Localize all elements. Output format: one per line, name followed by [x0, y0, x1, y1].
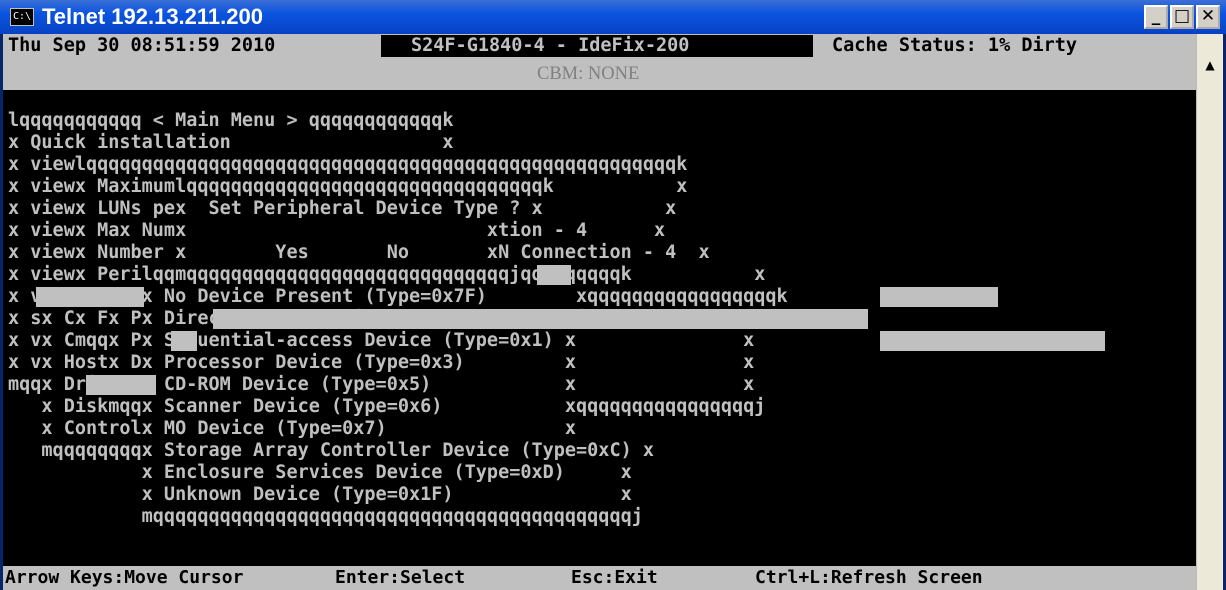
maximize-button[interactable]: □	[1170, 5, 1194, 29]
menu-item-quick-installation[interactable]: x Quick installation x	[8, 132, 454, 154]
status-bar: Arrow Keys:Move Cursor Enter:Select Esc:…	[3, 566, 1196, 590]
title-bar[interactable]: C:\ Telnet 192.13.211.200 _ □ ✕	[0, 0, 1226, 34]
option-processor[interactable]: x vx Hostx Dx Processor Device (Type=0x3…	[8, 352, 754, 374]
status-refresh: Ctrl+L:Refresh Screen	[755, 567, 983, 588]
vertical-scrollbar[interactable]: ▲	[1196, 34, 1223, 590]
option-cd-rom[interactable]: mqqx Drivx Lx CD-ROM Device (Type=0x5) x…	[8, 374, 754, 396]
scroll-up-arrow-icon[interactable]: ▲	[1198, 54, 1222, 76]
screen-line: lqqqqqqqqqqq < Main Menu > qqqqqqqqqqqqk	[8, 110, 454, 131]
minimize-button[interactable]: _	[1144, 5, 1168, 29]
status-exit: Esc:Exit	[571, 567, 658, 588]
highlight-enclosure-item	[880, 331, 1105, 351]
header-datetime: Thu Sep 30 08:51:59 2010	[8, 35, 276, 56]
dialog-title: x viewx LUNs pex Set Peripheral Device T…	[8, 198, 677, 219]
cache-status: Cache Status: 1% Dirty	[832, 35, 1078, 56]
option-mo-device[interactable]: x Controlx MO Device (Type=0x7) x	[8, 418, 576, 440]
option-no-device-present[interactable]: x vlqqx Clqqx No Device Present (Type=0x…	[8, 286, 788, 308]
console-icon: C:\	[10, 8, 34, 26]
screen-line: x viewlqqqqqqqqqqqqqqqqqqqqqqqqqqqqqqqqq…	[8, 154, 688, 175]
option-unknown-device[interactable]: x Unknown Device (Type=0x1F) x	[8, 484, 632, 506]
host-label: S24F-G1840-4 - IdeFix-200	[411, 35, 690, 56]
yes-no-prompt[interactable]: x viewx Number x Yes No xN Connection - …	[8, 242, 710, 264]
option-direct-access[interactable]: x sx Cx Fx Px Direct-access Device (Type…	[8, 308, 754, 330]
window-title: Telnet 192.13.211.200	[42, 4, 263, 29]
screen-line: x viewx Maximumlqqqqqqqqqqqqqqqqqqqqqqqq…	[8, 176, 688, 197]
option-storage-array[interactable]: mqqqqqqqqx Storage Array Controller Devi…	[8, 440, 654, 462]
screen-line: x viewx Max Numx xtion - 4 x	[8, 220, 666, 241]
screen-line: mqqqqqqqqqqqqqqqqqqqqqqqqqqqqqqqqqqqqqqq…	[8, 506, 643, 527]
highlight-right-bar	[880, 287, 998, 307]
option-scanner[interactable]: x Diskmqqx Scanner Device (Type=0x6) xqq…	[8, 396, 765, 418]
option-sequential-access[interactable]: x vx Cmqqx Px Sequential-access Device (…	[8, 330, 754, 352]
telnet-window: C:\ Telnet 192.13.211.200 _ □ ✕ Thu Sep …	[0, 0, 1226, 590]
status-move-cursor: Arrow Keys:Move Cursor	[5, 567, 244, 588]
status-select: Enter:Select	[335, 567, 466, 588]
close-button[interactable]: ✕	[1196, 5, 1220, 29]
terminal-screen[interactable]: Thu Sep 30 08:51:59 2010 S24F-G1840-4 - …	[3, 34, 1196, 566]
screen-line: x viewx Perilqqmqqqqqqqqqqqqqqqqqqqqqqqq…	[8, 264, 766, 285]
option-enclosure-services[interactable]: x Enclosure Services Device (Type=0xD) x	[8, 462, 632, 484]
cbm-label: CBM: NONE	[537, 64, 640, 84]
